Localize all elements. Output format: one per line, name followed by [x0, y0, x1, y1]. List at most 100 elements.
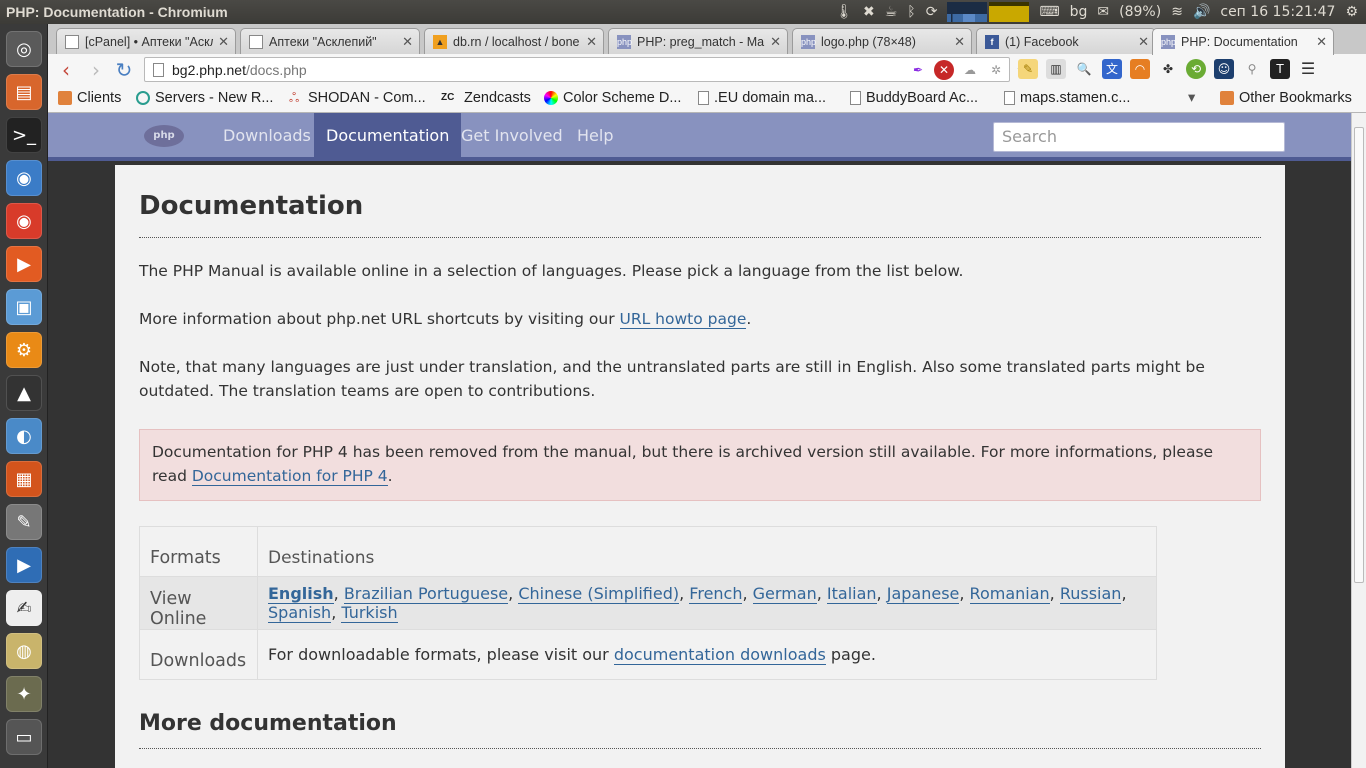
tools-icon[interactable]: ✖ [863, 4, 875, 20]
system-monitor-graph[interactable] [947, 2, 1030, 22]
media-player-icon[interactable]: ▶ [6, 547, 42, 583]
text-editor-icon[interactable]: ✍ [6, 590, 42, 626]
puzzle-icon[interactable]: ✤ [1158, 59, 1178, 79]
bluetooth-icon[interactable]: ᛒ [907, 4, 915, 20]
lang-french-link[interactable]: French [689, 584, 743, 604]
nav-downloads[interactable]: Downloads [211, 113, 323, 161]
inkscape-icon[interactable]: ▲ [6, 375, 42, 411]
power-icon[interactable]: ⚙ [1345, 4, 1358, 20]
intro-paragraph: The PHP Manual is available online in a … [139, 262, 964, 280]
page-icon [850, 91, 861, 105]
url-howto-link[interactable]: URL howto page [619, 310, 747, 329]
gimp-icon[interactable]: ✦ [6, 676, 42, 712]
nav-documentation[interactable]: Documentation [314, 113, 462, 161]
translate-icon[interactable]: 文 [1102, 59, 1122, 79]
bookmark-zendcasts[interactable]: ZC Zendcasts [441, 90, 531, 106]
close-icon[interactable]: ✕ [1316, 34, 1327, 50]
pin-icon[interactable]: ⚲ [1242, 59, 1262, 79]
close-icon[interactable]: ✕ [770, 34, 781, 50]
nav-get-involved[interactable]: Get Involved [449, 113, 575, 161]
lang-romanian-link[interactable]: Romanian [969, 584, 1050, 604]
rss-icon[interactable]: ◠ [1130, 59, 1150, 79]
close-icon[interactable]: ✕ [954, 34, 965, 50]
tab-cpanel[interactable]: [cPanel] • Аптеки "Аскл ✕ [56, 28, 236, 54]
indicator-area: 🌡 ✖ ☕ ᛒ ⟳ ⌨ bg ✉ (89%) ≋ 🔊 сеп 16 15:21:… [835, 0, 1366, 24]
page-scrollbar[interactable] [1351, 113, 1366, 768]
workspace-switcher-icon[interactable]: ▭ [6, 719, 42, 755]
tab-phpmyadmin[interactable]: ▲ db.rn / localhost / bone ✕ [424, 28, 604, 54]
sync-icon[interactable]: ⟳ [926, 4, 938, 20]
menu-icon[interactable]: ☰ [1298, 59, 1318, 79]
terminal-icon[interactable]: >_ [6, 117, 42, 153]
tab-logo-php[interactable]: php logo.php (78×48) ✕ [792, 28, 972, 54]
lang-italian-link[interactable]: Italian [826, 584, 877, 604]
php4-warning-box: Documentation for PHP 4 has been removed… [139, 429, 1261, 501]
bookmark-maps-stamen[interactable]: maps.stamen.c... [1004, 90, 1130, 106]
lang-spanish-link[interactable]: Spanish [268, 603, 332, 623]
keyboard-icon[interactable]: ⌨ [1039, 4, 1059, 20]
php-logo[interactable]: php [144, 125, 184, 147]
tab-preg-match[interactable]: php PHP: preg_match - Man ✕ [608, 28, 788, 54]
tab-facebook[interactable]: f (1) Facebook ✕ [976, 28, 1156, 54]
image-viewer-icon[interactable]: ◍ [6, 633, 42, 669]
bookmark-buddyboard[interactable]: BuddyBoard Ac... [850, 90, 978, 106]
address-bar[interactable]: bg2.php.net/docs.php [144, 57, 1010, 82]
forward-icon[interactable]: › [84, 58, 108, 82]
gear-icon[interactable]: ✲ [986, 60, 1006, 80]
wifi-icon[interactable]: ≋ [1171, 4, 1183, 20]
lang-english-link[interactable]: English [268, 584, 334, 604]
bookmark-servers[interactable]: Servers - New R... [136, 90, 273, 106]
lang-russian-link[interactable]: Russian [1059, 584, 1122, 604]
lang-german-link[interactable]: German [752, 584, 817, 604]
app-icon[interactable]: ▶ [6, 246, 42, 282]
refresh-icon[interactable]: ⟲ [1186, 59, 1206, 79]
bookmarks-overflow-chevron-icon[interactable]: ▾ [1188, 90, 1195, 106]
tab-php-documentation[interactable]: php PHP: Documentation ✕ [1152, 28, 1334, 55]
volume-icon[interactable]: 🔊 [1193, 4, 1210, 20]
nav-help[interactable]: Help [565, 113, 625, 161]
lang-turkish-link[interactable]: Turkish [341, 603, 398, 623]
lang-chinese-simplified-link[interactable]: Chinese (Simplified) [518, 584, 680, 604]
cloud-icon[interactable]: ☁ [960, 60, 980, 80]
bookmark-color-scheme[interactable]: Color Scheme D... [544, 90, 681, 106]
lang-japanese-link[interactable]: Japanese [886, 584, 960, 604]
documentation-downloads-link[interactable]: documentation downloads [613, 645, 826, 665]
chrome-icon[interactable]: ◉ [6, 203, 42, 239]
clock[interactable]: сеп 16 15:21:47 [1220, 4, 1335, 20]
tools-icon[interactable]: ✎ [6, 504, 42, 540]
coffee-icon[interactable]: ☕ [885, 4, 898, 20]
software-center-icon[interactable]: ▦ [6, 461, 42, 497]
close-icon[interactable]: ✕ [1138, 34, 1149, 50]
settings-icon[interactable]: ⚙ [6, 332, 42, 368]
lang-brazilian-portuguese-link[interactable]: Brazilian Portuguese [343, 584, 509, 604]
tab-apteki[interactable]: Аптеки "Асклепий" ✕ [240, 28, 420, 54]
bookmark-clients[interactable]: Clients [58, 90, 121, 106]
close-icon[interactable]: ✕ [218, 34, 229, 50]
globe-icon[interactable]: ◐ [6, 418, 42, 454]
thermometer-icon[interactable]: 🌡 [835, 4, 853, 20]
search-input[interactable]: Search [993, 122, 1285, 152]
notes-icon[interactable]: ✎ [1018, 59, 1038, 79]
pages-icon[interactable]: ▥ [1046, 59, 1066, 79]
block-icon[interactable]: ✕ [934, 60, 954, 80]
search-icon[interactable]: 🔍 [1074, 59, 1094, 79]
feather-icon[interactable]: ✒ [908, 60, 928, 80]
scrollbar-thumb[interactable] [1354, 127, 1364, 583]
bookmark-shodan[interactable]: ஃ SHODAN - Com... [289, 90, 426, 106]
files-icon[interactable]: ▤ [6, 74, 42, 110]
reload-icon[interactable]: ↻ [112, 58, 136, 82]
font-icon[interactable]: T [1270, 59, 1290, 79]
back-icon[interactable]: ‹ [54, 58, 78, 82]
close-icon[interactable]: ✕ [586, 34, 597, 50]
box-icon[interactable]: ▣ [6, 289, 42, 325]
keyboard-layout[interactable]: bg [1070, 4, 1088, 20]
php4-docs-link[interactable]: Documentation for PHP 4 [191, 467, 388, 486]
chromium-icon[interactable]: ◉ [6, 160, 42, 196]
bookmark-other-bookmarks[interactable]: Other Bookmarks [1220, 90, 1352, 106]
avatar-icon[interactable]: ☺ [1214, 59, 1234, 79]
mail-icon[interactable]: ✉ [1097, 4, 1109, 20]
close-icon[interactable]: ✕ [402, 34, 413, 50]
dash-icon[interactable]: ◎ [6, 31, 42, 67]
bookmark-eu-domain[interactable]: .EU domain ma... [698, 90, 826, 106]
battery-status[interactable]: (89%) [1119, 4, 1161, 20]
